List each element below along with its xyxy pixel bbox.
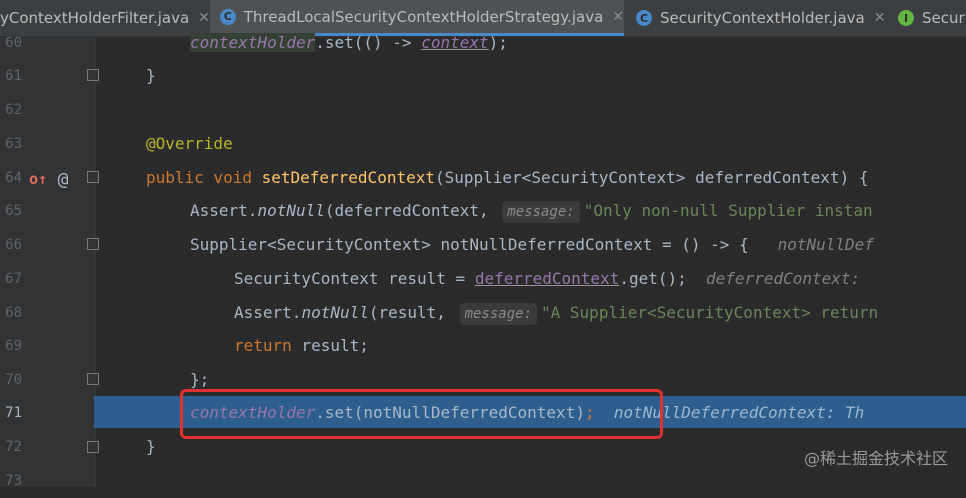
highlight-callout-box <box>180 389 663 439</box>
line-number: 66 <box>5 237 22 253</box>
param-hint: message: <box>459 302 538 325</box>
code-line-65[interactable]: Assert.notNull(deferredContext, message:… <box>190 194 873 228</box>
tab-context-holder-filter[interactable]: yContextHolderFilter.java ✕ <box>0 0 210 36</box>
override-method-icon[interactable]: o↑ <box>27 168 49 190</box>
code-line-64[interactable]: public void setDeferredContext(Supplier<… <box>146 161 868 195</box>
tab-label: Securi <box>922 9 966 27</box>
line-number: 65 <box>5 203 22 219</box>
line-number: 67 <box>5 271 22 287</box>
code-line-68[interactable]: Assert.notNull(result, message: "A Suppli… <box>234 296 878 330</box>
interface-icon: I <box>898 10 914 26</box>
line-number: 64 <box>5 170 22 186</box>
line-number: 69 <box>5 338 22 354</box>
code-line-66[interactable]: Supplier<SecurityContext> notNullDeferre… <box>190 228 874 262</box>
line-number: 62 <box>5 102 22 118</box>
line-number: 72 <box>5 439 22 455</box>
code-line-60[interactable]: contextHolder.set(() -> context); <box>190 26 508 60</box>
inlay-hint: notNullDef <box>777 235 874 254</box>
tab-security-context-holder[interactable]: C SecurityContextHolder.java ✕ <box>636 0 888 36</box>
code-line-72[interactable]: } <box>146 430 156 464</box>
fold-icon[interactable] <box>87 441 99 453</box>
line-number: 71 <box>5 405 22 421</box>
tab-label: SecurityContextHolder.java <box>660 9 865 27</box>
fold-icon[interactable] <box>87 171 99 183</box>
class-icon: C <box>636 10 652 26</box>
close-icon[interactable]: ✕ <box>612 9 624 25</box>
watermark: @稀土掘金技术社区 <box>803 449 948 468</box>
fold-icon[interactable] <box>87 238 99 250</box>
code-line-63[interactable]: @Override <box>146 127 233 161</box>
tab-security-interface[interactable]: I Securi <box>898 0 966 36</box>
fold-icon[interactable] <box>87 69 99 81</box>
close-icon[interactable]: ✕ <box>198 10 210 26</box>
class-icon: C <box>220 8 236 25</box>
tab-label: yContextHolderFilter.java <box>0 9 190 27</box>
line-number: 63 <box>5 136 22 152</box>
line-number: 68 <box>5 305 22 321</box>
tab-label: ThreadLocalSecurityContextHolderStrategy… <box>243 7 604 26</box>
inlay-hint: deferredContext: <box>706 269 861 288</box>
code-line-61[interactable]: } <box>146 59 156 93</box>
line-number: 60 <box>5 35 22 51</box>
code-line-69[interactable]: return result; <box>234 329 369 363</box>
fold-icon[interactable] <box>87 373 99 385</box>
line-number: 70 <box>5 372 22 388</box>
line-number: 73 <box>5 473 22 489</box>
annotation-icon[interactable]: @ <box>52 168 74 190</box>
line-number: 61 <box>5 68 22 84</box>
code-line-67[interactable]: SecurityContext result = deferredContext… <box>234 262 860 296</box>
param-hint: message: <box>502 200 580 223</box>
close-icon[interactable]: ✕ <box>874 10 886 26</box>
